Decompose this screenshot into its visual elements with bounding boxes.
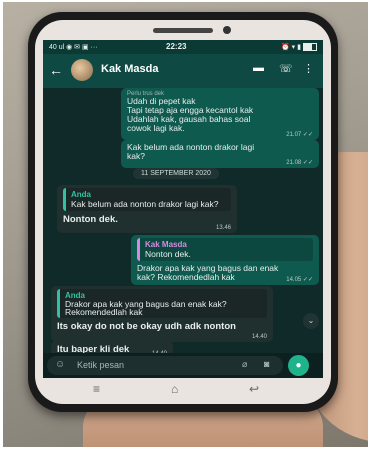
input-bar: ☺ Ketik pesan ⌀ ◙ ● bbox=[43, 353, 323, 378]
front-camera bbox=[223, 26, 231, 34]
menu-nav-icon[interactable]: ≡ bbox=[93, 382, 100, 396]
message-text: Nonton dek. bbox=[63, 214, 118, 225]
more-options-icon[interactable]: ⋮ bbox=[303, 62, 314, 75]
message-incoming[interactable]: Anda Drakor apa kak yang bagus dan enak … bbox=[51, 286, 273, 342]
navigation-bar: ≡ ⌂ ↩ bbox=[35, 380, 331, 404]
quoted-message[interactable]: Kak Masda Nonton dek. bbox=[137, 238, 313, 261]
quote-author: Kak Masda bbox=[145, 240, 187, 249]
emoji-icon[interactable]: ☺ bbox=[55, 359, 65, 370]
status-left: 40 ul ◉ ✉ ▣ ··· bbox=[49, 44, 98, 51]
avatar[interactable] bbox=[71, 59, 93, 81]
status-right: ⏰ ▾ ▮ bbox=[281, 43, 317, 52]
message-placeholder[interactable]: Ketik pesan bbox=[77, 360, 124, 370]
quote-text: Drakor apa kak yang bagus dan enak kak? … bbox=[65, 299, 227, 317]
message-time: 21.08 ✓✓ bbox=[286, 160, 313, 166]
message-time: 21.07 ✓✓ bbox=[286, 132, 313, 138]
battery-icon bbox=[303, 43, 317, 52]
message-outgoing[interactable]: Kak belum ada nonton drakor lagi kak? 21… bbox=[121, 140, 319, 168]
message-input[interactable]: ☺ Ketik pesan ⌀ ◙ bbox=[47, 356, 283, 375]
status-bar: 40 ul ◉ ✉ ▣ ··· 22:23 ⏰ ▾ ▮ bbox=[43, 40, 323, 54]
phone: 40 ul ◉ ✉ ▣ ··· 22:23 ⏰ ▾ ▮ ← Kak Masda … bbox=[28, 12, 338, 412]
status-time: 22:23 bbox=[166, 42, 187, 51]
photo-background: 40 ul ◉ ✉ ▣ ··· 22:23 ⏰ ▾ ▮ ← Kak Masda … bbox=[3, 2, 368, 447]
message-time: 14.40 bbox=[251, 334, 267, 340]
phone-screen: 40 ul ◉ ✉ ▣ ··· 22:23 ⏰ ▾ ▮ ← Kak Masda … bbox=[43, 40, 323, 378]
quoted-message[interactable]: Anda Drakor apa kak yang bagus dan enak … bbox=[57, 289, 267, 318]
scroll-down-icon[interactable]: ⌄ bbox=[303, 313, 319, 329]
message-time: 14.05 ✓✓ bbox=[286, 277, 313, 283]
back-arrow-icon[interactable]: ← bbox=[49, 62, 63, 78]
message-time: 13.46 bbox=[215, 225, 231, 231]
message-incoming[interactable]: Anda Kak belum ada nonton drakor lagi ka… bbox=[57, 185, 237, 233]
video-call-icon[interactable]: ▬ bbox=[253, 62, 264, 74]
quote-author: Anda bbox=[71, 190, 91, 199]
message-text: Kak belum ada nonton drakor lagi kak? bbox=[127, 142, 255, 161]
quoted-message[interactable]: Anda Kak belum ada nonton drakor lagi ka… bbox=[63, 188, 231, 211]
back-nav-icon[interactable]: ↩ bbox=[249, 382, 259, 396]
message-text: Its okay do not be okay udh adk nonton bbox=[57, 321, 236, 332]
camera-icon[interactable]: ◙ bbox=[264, 359, 269, 369]
quote-text: Kak belum ada nonton drakor lagi kak? bbox=[71, 199, 219, 209]
phone-call-icon[interactable]: ☏ bbox=[279, 62, 293, 75]
message-outgoing[interactable]: Perlu trus dek Udah di pepet kak Tapi te… bbox=[121, 88, 319, 140]
attach-icon[interactable]: ⌀ bbox=[242, 359, 247, 370]
date-divider: 11 SEPTEMBER 2020 bbox=[133, 168, 219, 179]
home-nav-icon[interactable]: ⌂ bbox=[171, 382, 178, 396]
phone-face: 40 ul ◉ ✉ ▣ ··· 22:23 ⏰ ▾ ▮ ← Kak Masda … bbox=[35, 20, 331, 404]
message-outgoing[interactable]: Kak Masda Nonton dek. Drakor apa kak yan… bbox=[131, 235, 319, 285]
speaker-grille bbox=[153, 28, 213, 33]
chat-header: ← Kak Masda ▬ ☏ ⋮ bbox=[43, 54, 323, 88]
contact-name[interactable]: Kak Masda bbox=[101, 63, 158, 75]
chat-area[interactable]: Perlu trus dek Udah di pepet kak Tapi te… bbox=[43, 88, 323, 359]
quote-text: Nonton dek. bbox=[145, 249, 191, 259]
message-text: Udah di pepet kak Tapi tetap aja engga k… bbox=[127, 96, 254, 133]
microphone-icon[interactable]: ● bbox=[288, 355, 309, 376]
